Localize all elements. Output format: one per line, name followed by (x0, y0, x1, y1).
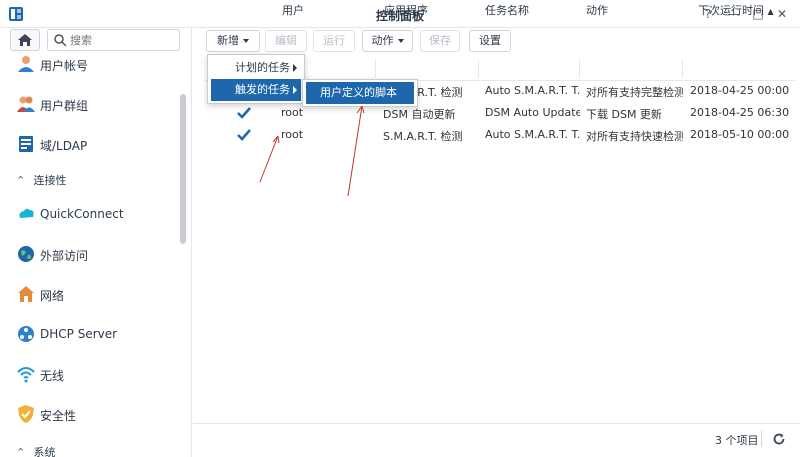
item-count: 3 个项目 (715, 434, 759, 447)
refresh-icon[interactable] (772, 432, 786, 446)
annotation-arrowhead (356, 105, 365, 114)
annotation-arrows (259, 105, 365, 197)
footer-divider (193, 423, 800, 424)
footer-separator (761, 431, 762, 447)
annotation-arrow (347, 105, 363, 197)
annotation-arrow (259, 135, 279, 183)
